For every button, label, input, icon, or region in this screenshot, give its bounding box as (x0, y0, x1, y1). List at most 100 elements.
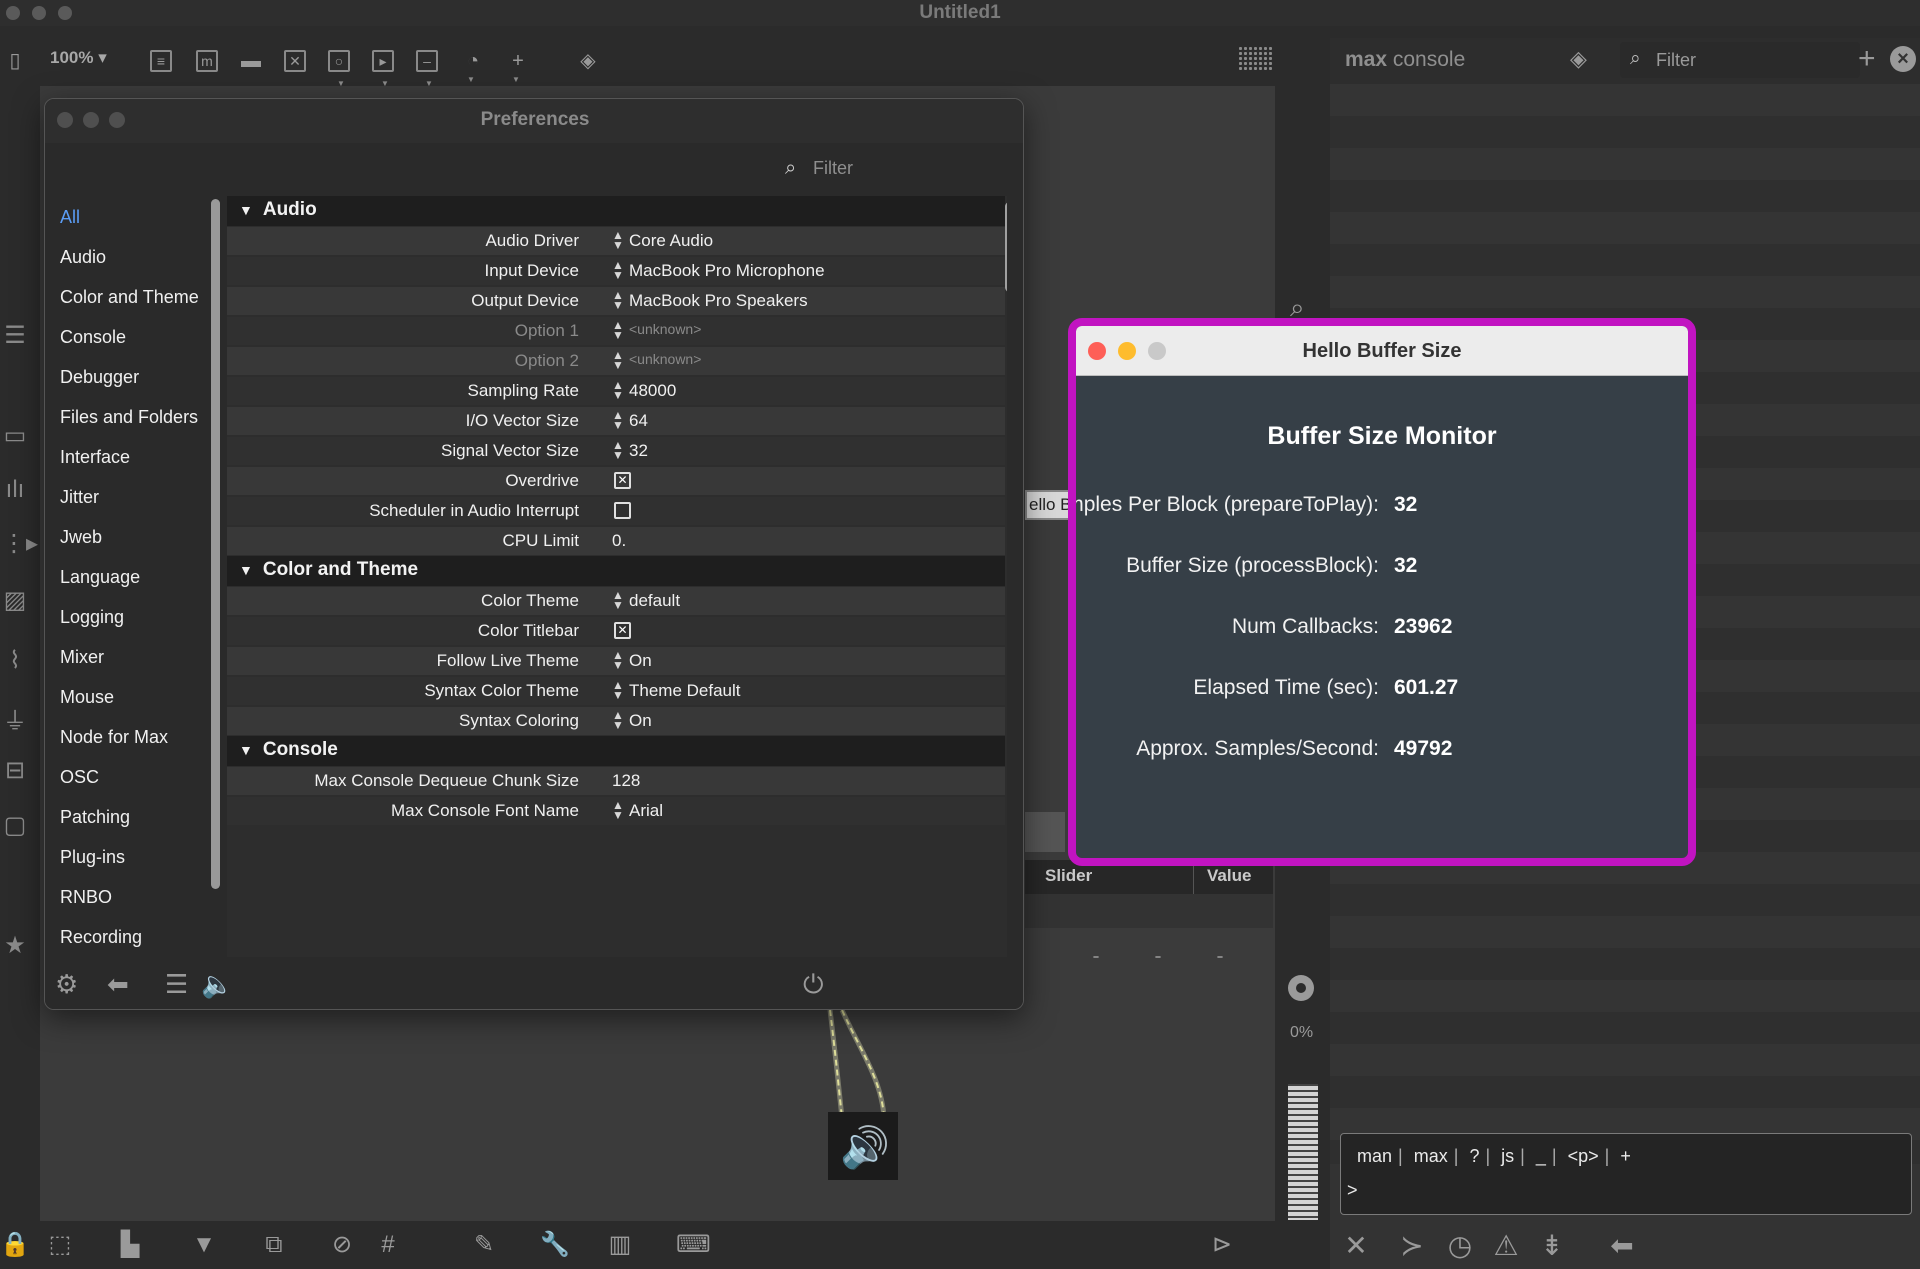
pref-row-option-1[interactable]: Option 1 ▲ ▼ <unknown> (227, 317, 1005, 345)
paint-bucket-icon[interactable]: ◈ (575, 48, 601, 74)
level-meter[interactable] (1288, 1050, 1318, 1220)
patch-object-box[interactable]: ello B (1025, 490, 1071, 520)
pref-row-sampling-rate[interactable]: Sampling Rate ▲ ▼ 48000 (227, 377, 1005, 405)
pref-row-signal-vector-size[interactable]: Signal Vector Size ▲ ▼ 32 (227, 437, 1005, 465)
ezdac-speaker-object[interactable]: 🔊 (828, 1112, 898, 1180)
align-icon[interactable]: ⇟ (1536, 1229, 1568, 1262)
image-icon[interactable]: ▨ (2, 586, 28, 615)
play-object-icon[interactable]: ▸ ▼ (372, 50, 394, 88)
mute-icon[interactable]: ⊘ (328, 1231, 356, 1259)
pref-value[interactable]: 32 (629, 441, 648, 461)
new-object-icon[interactable]: ≡ (150, 50, 172, 72)
list-icon[interactable]: ☰ (2, 321, 28, 350)
pref-row-overdrive[interactable]: Overdrive ✕ (227, 467, 1005, 495)
stepper-icon[interactable]: ▲ ▼ (612, 319, 624, 341)
stepper-icon[interactable]: ▲ ▼ (612, 679, 624, 701)
preferences-filter-field[interactable]: ⌕ Filter (785, 149, 1023, 189)
category-scrollbar[interactable] (211, 199, 220, 889)
pref-row-scheduler-in-audio-interrupt[interactable]: Scheduler in Audio Interrupt (227, 497, 1005, 525)
dial-icon[interactable]: ◔ ▼ (460, 48, 486, 84)
pref-row-console-font-name[interactable]: Max Console Font Name ▲ ▼ Arial (227, 797, 1005, 825)
stepper-icon[interactable]: ▲ ▼ (612, 649, 624, 671)
keyboard-icon[interactable]: ⌨ (676, 1231, 711, 1259)
back-arrow-icon[interactable]: ⬅ (1606, 1229, 1638, 1262)
category-patching[interactable]: Patching (60, 807, 130, 828)
sequencer-icon[interactable]: ⋮▸ (2, 529, 38, 558)
pref-row-color-theme[interactable]: Color Theme ▲ ▼ default (227, 587, 1005, 615)
section-console[interactable]: ▼ Console (227, 736, 1005, 766)
cmd-js[interactable]: js (1501, 1146, 1514, 1166)
lock-icon[interactable]: 🔒 (0, 1231, 30, 1259)
pref-row-io-vector-size[interactable]: I/O Vector Size ▲ ▼ 64 (227, 407, 1005, 435)
cmd-plus[interactable]: + (1620, 1146, 1631, 1166)
pref-value[interactable]: Arial (629, 801, 663, 821)
pref-row-audio-driver[interactable]: Audio Driver ▲ ▼ Core Audio (227, 227, 1005, 255)
pref-row-syntax-color-theme[interactable]: Syntax Color Theme ▲ ▼ Theme Default (227, 677, 1005, 705)
pref-value[interactable]: <unknown> (629, 321, 701, 337)
device-icon[interactable]: ⊟ (2, 756, 28, 785)
wrench-icon[interactable]: 🔧 (540, 1231, 570, 1259)
pref-value[interactable]: MacBook Pro Microphone (629, 261, 825, 281)
sliders-icon[interactable]: ☰ (165, 969, 188, 1000)
monitor-icon[interactable]: ▭ (2, 421, 28, 450)
comment-bubble-icon[interactable]: ▼ (190, 1231, 218, 1259)
plug-icon[interactable]: ⏚ (2, 701, 28, 736)
transport-icon[interactable]: ⊳ (1208, 1231, 1236, 1259)
category-recording[interactable]: Recording (60, 927, 142, 948)
piano-icon[interactable]: ▥ (606, 1231, 634, 1259)
stepper-icon[interactable]: ▲ ▼ (612, 349, 624, 371)
pref-value[interactable]: 48000 (629, 381, 676, 401)
record-icon[interactable] (1288, 975, 1314, 1001)
stepper-icon[interactable]: ▲ ▼ (612, 409, 624, 431)
comment-icon[interactable]: ▬ (238, 48, 264, 74)
cmd-p[interactable]: <p> (1568, 1146, 1599, 1166)
pref-row-console-dequeue-chunk-size[interactable]: Max Console Dequeue Chunk Size 128 (227, 767, 1005, 795)
stepper-icon[interactable]: ▲ ▼ (612, 589, 624, 611)
paperclip-icon[interactable]: ⌇ (2, 646, 28, 675)
pref-value[interactable]: 0. (612, 531, 626, 551)
stepper-icon[interactable]: ▲ ▼ (612, 229, 624, 251)
cmd-max[interactable]: max (1414, 1146, 1448, 1166)
zoom-dropdown[interactable]: 100% ▾ (50, 48, 107, 68)
pref-value[interactable]: MacBook Pro Speakers (629, 291, 808, 311)
waveform-icon[interactable]: ılı (2, 476, 28, 504)
cmd-man[interactable]: man (1357, 1146, 1392, 1166)
scheduler-checkbox[interactable] (614, 502, 631, 519)
pref-value[interactable]: Core Audio (629, 231, 713, 251)
category-jitter[interactable]: Jitter (60, 487, 99, 508)
category-plug-ins[interactable]: Plug-ins (60, 847, 125, 868)
pref-value[interactable]: 64 (629, 411, 648, 431)
add-icon[interactable]: + (1858, 42, 1876, 76)
sidebar-toggle-icon[interactable]: ▯ (2, 48, 28, 74)
pin-icon[interactable]: ◈ (1570, 46, 1587, 72)
toggle-icon[interactable]: ✕ (284, 50, 306, 72)
console-filter-field[interactable]: ⌕ Filter (1620, 42, 1860, 78)
pref-row-follow-live-theme[interactable]: Follow Live Theme ▲ ▼ On (227, 647, 1005, 675)
section-audio[interactable]: ▼ Audio (227, 196, 1005, 226)
settings-scrollbar[interactable] (1005, 202, 1007, 292)
stepper-icon[interactable]: ▲ ▼ (612, 799, 624, 821)
add-patch-cord-icon[interactable]: ✎ (470, 1231, 498, 1259)
category-language[interactable]: Language (60, 567, 140, 588)
category-mixer[interactable]: Mixer (60, 647, 104, 668)
overdrive-checkbox[interactable]: ✕ (614, 472, 631, 489)
presentation-icon[interactable]: ⬚ (46, 1231, 74, 1259)
category-color-and-theme[interactable]: Color and Theme (60, 287, 199, 308)
stepper-icon[interactable]: ▲ ▼ (612, 379, 624, 401)
category-all[interactable]: All (60, 207, 80, 228)
category-files-and-folders[interactable]: Files and Folders (60, 407, 198, 428)
stepper-icon[interactable]: ▲ ▼ (612, 709, 624, 731)
category-jweb[interactable]: Jweb (60, 527, 102, 548)
speaker-icon[interactable]: 🔈 (201, 969, 233, 1000)
section-color-and-theme[interactable]: ▼ Color and Theme (227, 556, 1005, 586)
pref-value[interactable]: On (629, 711, 652, 731)
pref-row-input-device[interactable]: Input Device ▲ ▼ MacBook Pro Microphone (227, 257, 1005, 285)
category-logging[interactable]: Logging (60, 607, 124, 628)
message-box-icon[interactable]: m (196, 50, 218, 72)
warning-icon[interactable]: ⚠ (1490, 1229, 1522, 1262)
pref-row-syntax-coloring[interactable]: Syntax Coloring ▲ ▼ On (227, 707, 1005, 735)
layers-icon[interactable]: ⧉ (260, 1231, 288, 1259)
pref-value[interactable]: Theme Default (629, 681, 741, 701)
terminal-icon[interactable]: ≻ (1396, 1229, 1428, 1262)
back-arrow-icon[interactable]: ⬅ (107, 969, 129, 1000)
